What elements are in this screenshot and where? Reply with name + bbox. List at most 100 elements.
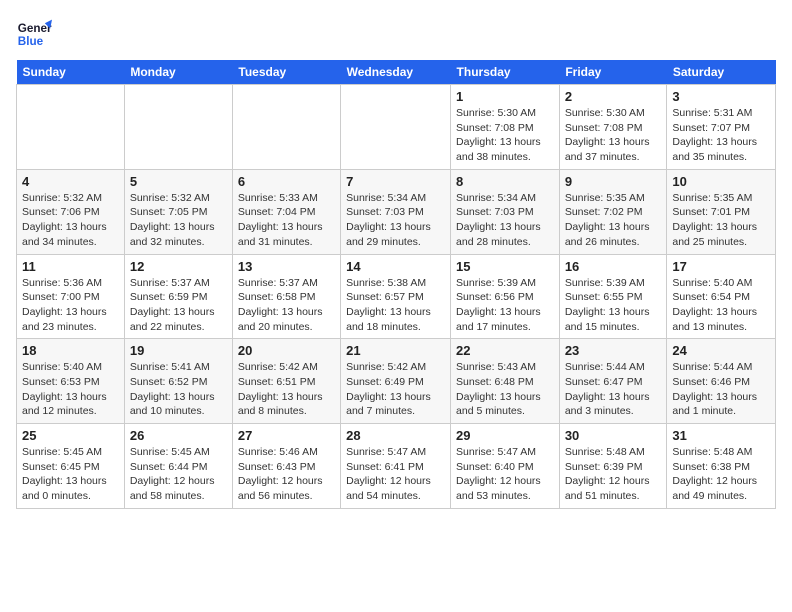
day-info: Sunrise: 5:47 AM Sunset: 6:40 PM Dayligh… [456,446,541,502]
cell-content-day-15: 15Sunrise: 5:39 AM Sunset: 6:56 PM Dayli… [456,259,554,335]
cell-content-day-26: 26Sunrise: 5:45 AM Sunset: 6:44 PM Dayli… [130,428,227,504]
day-info: Sunrise: 5:48 AM Sunset: 6:38 PM Dayligh… [672,446,757,502]
calendar-cell-3-3: 21Sunrise: 5:42 AM Sunset: 6:49 PM Dayli… [341,339,451,424]
day-number: 17 [672,259,770,274]
calendar-cell-2-3: 14 Sunrise: 5:38 AM Sunset: 6:57 PM Dayli… [341,254,451,339]
weekday-header-tuesday: Tuesday [232,60,340,85]
day-number: 3 [672,89,770,104]
logo-icon: General Blue [16,16,52,52]
calendar-cell-3-0: 18Sunrise: 5:40 AM Sunset: 6:53 PM Dayli… [17,339,125,424]
cell-content-day-14: 14 Sunrise: 5:38 AM Sunset: 6:57 PM Dayli… [346,259,445,335]
calendar-cell-2-0: 11 Sunrise: 5:36 AM Sunset: 7:00 PM Dayli… [17,254,125,339]
day-info: Sunrise: 5:34 AM Sunset: 7:03 PM Dayligh… [456,192,541,248]
week-row-4: 18Sunrise: 5:40 AM Sunset: 6:53 PM Dayli… [17,339,776,424]
cell-content-day-3: 3 Sunrise: 5:31 AM Sunset: 7:07 PM Daylig… [672,89,770,165]
calendar-cell-4-2: 27Sunrise: 5:46 AM Sunset: 6:43 PM Dayli… [232,424,340,509]
day-info: Sunrise: 5:45 AM Sunset: 6:45 PM Dayligh… [22,446,107,502]
calendar-cell-1-6: 10 Sunrise: 5:35 AM Sunset: 7:01 PM Dayli… [667,169,776,254]
svg-text:Blue: Blue [18,35,44,48]
calendar-table: SundayMondayTuesdayWednesdayThursdayFrid… [16,60,776,509]
week-row-5: 25Sunrise: 5:45 AM Sunset: 6:45 PM Dayli… [17,424,776,509]
day-number: 7 [346,174,445,189]
day-number: 26 [130,428,227,443]
calendar-cell-3-6: 24Sunrise: 5:44 AM Sunset: 6:46 PM Dayli… [667,339,776,424]
day-info: Sunrise: 5:35 AM Sunset: 7:01 PM Dayligh… [672,192,757,248]
cell-content-day-4: 4Sunrise: 5:32 AM Sunset: 7:06 PM Daylig… [22,174,119,250]
day-info: Sunrise: 5:41 AM Sunset: 6:52 PM Dayligh… [130,361,215,417]
day-number: 9 [565,174,662,189]
day-info: Sunrise: 5:36 AM Sunset: 7:00 PM Dayligh… [22,277,107,333]
day-info: Sunrise: 5:34 AM Sunset: 7:03 PM Dayligh… [346,192,431,248]
day-number: 16 [565,259,662,274]
day-info: Sunrise: 5:37 AM Sunset: 6:58 PM Dayligh… [238,277,323,333]
cell-content-day-1: 1Sunrise: 5:30 AM Sunset: 7:08 PM Daylig… [456,89,554,165]
cell-content-day-24: 24Sunrise: 5:44 AM Sunset: 6:46 PM Dayli… [672,343,770,419]
calendar-cell-1-0: 4Sunrise: 5:32 AM Sunset: 7:06 PM Daylig… [17,169,125,254]
calendar-cell-1-4: 8 Sunrise: 5:34 AM Sunset: 7:03 PM Daylig… [451,169,560,254]
calendar-body: 1Sunrise: 5:30 AM Sunset: 7:08 PM Daylig… [17,85,776,509]
day-number: 27 [238,428,335,443]
cell-content-day-27: 27Sunrise: 5:46 AM Sunset: 6:43 PM Dayli… [238,428,335,504]
day-info: Sunrise: 5:32 AM Sunset: 7:05 PM Dayligh… [130,192,215,248]
cell-content-day-28: 28Sunrise: 5:47 AM Sunset: 6:41 PM Dayli… [346,428,445,504]
weekday-header-wednesday: Wednesday [341,60,451,85]
day-info: Sunrise: 5:40 AM Sunset: 6:53 PM Dayligh… [22,361,107,417]
week-row-2: 4Sunrise: 5:32 AM Sunset: 7:06 PM Daylig… [17,169,776,254]
day-number: 31 [672,428,770,443]
day-info: Sunrise: 5:30 AM Sunset: 7:08 PM Dayligh… [565,107,650,163]
calendar-cell-0-4: 1Sunrise: 5:30 AM Sunset: 7:08 PM Daylig… [451,85,560,170]
calendar-cell-3-1: 19 Sunrise: 5:41 AM Sunset: 6:52 PM Dayli… [124,339,232,424]
calendar-cell-4-5: 30Sunrise: 5:48 AM Sunset: 6:39 PM Dayli… [559,424,667,509]
calendar-cell-0-5: 2 Sunrise: 5:30 AM Sunset: 7:08 PM Daylig… [559,85,667,170]
calendar-cell-0-6: 3 Sunrise: 5:31 AM Sunset: 7:07 PM Daylig… [667,85,776,170]
calendar-cell-1-3: 7 Sunrise: 5:34 AM Sunset: 7:03 PM Daylig… [341,169,451,254]
day-info: Sunrise: 5:38 AM Sunset: 6:57 PM Dayligh… [346,277,431,333]
day-number: 22 [456,343,554,358]
cell-content-day-2: 2 Sunrise: 5:30 AM Sunset: 7:08 PM Daylig… [565,89,662,165]
logo: General Blue [16,16,52,52]
day-number: 8 [456,174,554,189]
day-number: 19 [130,343,227,358]
day-info: Sunrise: 5:40 AM Sunset: 6:54 PM Dayligh… [672,277,757,333]
cell-content-day-30: 30Sunrise: 5:48 AM Sunset: 6:39 PM Dayli… [565,428,662,504]
cell-content-day-18: 18Sunrise: 5:40 AM Sunset: 6:53 PM Dayli… [22,343,119,419]
calendar-cell-0-3 [341,85,451,170]
day-number: 28 [346,428,445,443]
day-info: Sunrise: 5:31 AM Sunset: 7:07 PM Dayligh… [672,107,757,163]
calendar-cell-2-4: 15Sunrise: 5:39 AM Sunset: 6:56 PM Dayli… [451,254,560,339]
week-row-3: 11 Sunrise: 5:36 AM Sunset: 7:00 PM Dayli… [17,254,776,339]
calendar-cell-1-1: 5 Sunrise: 5:32 AM Sunset: 7:05 PM Daylig… [124,169,232,254]
cell-content-day-11: 11 Sunrise: 5:36 AM Sunset: 7:00 PM Dayli… [22,259,119,335]
day-info: Sunrise: 5:35 AM Sunset: 7:02 PM Dayligh… [565,192,650,248]
cell-content-day-6: 6 Sunrise: 5:33 AM Sunset: 7:04 PM Daylig… [238,174,335,250]
cell-content-day-20: 20Sunrise: 5:42 AM Sunset: 6:51 PM Dayli… [238,343,335,419]
weekday-header-saturday: Saturday [667,60,776,85]
day-info: Sunrise: 5:42 AM Sunset: 6:51 PM Dayligh… [238,361,323,417]
day-number: 10 [672,174,770,189]
weekday-header-thursday: Thursday [451,60,560,85]
cell-content-day-23: 23Sunrise: 5:44 AM Sunset: 6:47 PM Dayli… [565,343,662,419]
cell-content-day-8: 8 Sunrise: 5:34 AM Sunset: 7:03 PM Daylig… [456,174,554,250]
cell-content-day-21: 21Sunrise: 5:42 AM Sunset: 6:49 PM Dayli… [346,343,445,419]
day-number: 5 [130,174,227,189]
cell-content-day-29: 29 Sunrise: 5:47 AM Sunset: 6:40 PM Dayli… [456,428,554,504]
day-number: 14 [346,259,445,274]
day-number: 4 [22,174,119,189]
calendar-cell-0-0 [17,85,125,170]
weekday-header-row: SundayMondayTuesdayWednesdayThursdayFrid… [17,60,776,85]
day-number: 6 [238,174,335,189]
day-info: Sunrise: 5:37 AM Sunset: 6:59 PM Dayligh… [130,277,215,333]
day-number: 23 [565,343,662,358]
calendar-cell-2-6: 17 Sunrise: 5:40 AM Sunset: 6:54 PM Dayli… [667,254,776,339]
day-info: Sunrise: 5:33 AM Sunset: 7:04 PM Dayligh… [238,192,323,248]
cell-content-day-13: 13Sunrise: 5:37 AM Sunset: 6:58 PM Dayli… [238,259,335,335]
day-number: 29 [456,428,554,443]
day-number: 30 [565,428,662,443]
weekday-header-monday: Monday [124,60,232,85]
calendar-cell-2-1: 12 Sunrise: 5:37 AM Sunset: 6:59 PM Dayli… [124,254,232,339]
day-number: 12 [130,259,227,274]
day-number: 11 [22,259,119,274]
weekday-header-sunday: Sunday [17,60,125,85]
day-number: 2 [565,89,662,104]
calendar-cell-2-5: 16Sunrise: 5:39 AM Sunset: 6:55 PM Dayli… [559,254,667,339]
